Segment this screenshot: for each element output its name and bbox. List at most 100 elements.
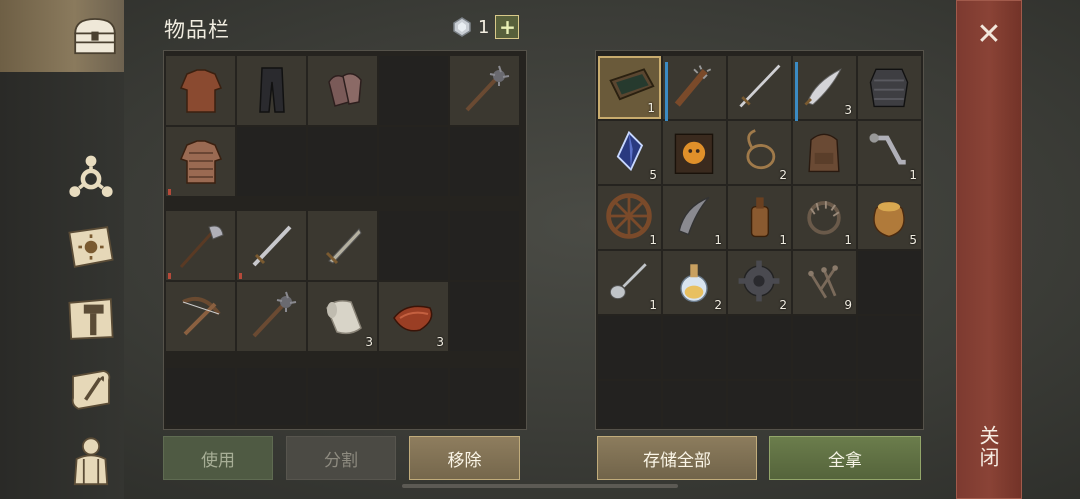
currency-display: 1 + [452, 15, 520, 39]
storage-slot[interactable] [793, 381, 856, 427]
inventory-slot[interactable]: 1 [598, 56, 661, 119]
close-label[interactable]: 关闭 [975, 425, 1003, 469]
inventory-slot[interactable]: 2 [728, 121, 791, 184]
sidebar-item-recipes[interactable] [62, 360, 120, 418]
grain-sack-icon [873, 201, 905, 238]
item-quantity: 1 [909, 168, 917, 182]
inventory-slot[interactable]: 2 [728, 251, 791, 314]
inventory-slot[interactable] [663, 121, 726, 184]
inventory-slot[interactable] [379, 56, 448, 125]
item-quantity: 1 [649, 233, 657, 247]
storage-slot[interactable] [663, 381, 726, 427]
sidebar-item-journal[interactable] [62, 218, 120, 276]
cloth-roll-icon [326, 300, 362, 335]
inventory-slot[interactable]: 1 [663, 186, 726, 249]
item-quantity: 3 [365, 335, 373, 349]
spiked-mace-icon [252, 291, 297, 338]
inventory-slot[interactable]: 3 [793, 56, 856, 124]
durability-bar [168, 273, 171, 279]
inventory-slot[interactable] [379, 211, 448, 280]
inventory-title: 物品栏 [164, 18, 230, 42]
add-currency-button[interactable]: + [495, 15, 520, 39]
inventory-slot[interactable] [450, 368, 519, 425]
bow-part-icon [678, 196, 710, 236]
inventory-slot[interactable]: 1 [598, 186, 661, 249]
inventory-slot[interactable] [858, 251, 921, 314]
inventory-slot[interactable] [237, 211, 306, 280]
inventory-slot[interactable] [308, 368, 377, 425]
inventory-slot[interactable] [308, 127, 377, 196]
inventory-slot[interactable] [450, 282, 519, 351]
inventory-slot[interactable]: 1 [598, 251, 661, 314]
scroll-indicator[interactable] [402, 484, 678, 488]
inventory-slot[interactable]: 5 [598, 121, 661, 184]
inventory-slot[interactable] [237, 56, 306, 125]
storage-slot[interactable] [858, 381, 921, 427]
inventory-slot[interactable] [166, 368, 235, 425]
item-quantity: 1 [647, 101, 655, 115]
inventory-slot[interactable]: 1 [793, 186, 856, 249]
chainmail-icon [179, 140, 223, 184]
inventory-slot[interactable] [308, 211, 377, 280]
store-all-button[interactable]: 存储全部 [597, 436, 757, 480]
item-quantity: 1 [844, 233, 852, 247]
item-quantity: 5 [909, 233, 917, 247]
storage-slot[interactable] [728, 316, 791, 379]
sidebar-item-crafting[interactable] [62, 290, 120, 348]
item-quantity: 2 [779, 298, 787, 312]
inventory-slot[interactable] [379, 368, 448, 425]
inventory-slot[interactable] [858, 56, 921, 119]
item-quantity: 5 [649, 168, 657, 182]
inventory-slot[interactable] [237, 127, 306, 196]
inventory-slot[interactable] [793, 121, 856, 184]
inventory-slot[interactable] [379, 127, 448, 196]
storage-slot[interactable] [598, 316, 661, 379]
inventory-slot[interactable]: 1 [858, 121, 921, 184]
bear-trap-icon [807, 201, 841, 235]
inventory-slot[interactable] [450, 211, 519, 280]
inventory-slot[interactable] [166, 282, 235, 351]
inventory-slot[interactable] [450, 56, 519, 125]
inventory-slot[interactable] [166, 211, 235, 280]
gem-icon [453, 17, 471, 37]
inventory-slot[interactable] [166, 127, 235, 196]
take-all-button[interactable]: 全拿 [769, 436, 921, 480]
inventory-slot[interactable]: 3 [379, 282, 448, 351]
inventory-slot[interactable] [450, 127, 519, 196]
inventory-slot[interactable] [237, 282, 306, 351]
durability-bar [168, 189, 171, 195]
leather-armor-icon [179, 69, 223, 113]
item-quantity: 2 [714, 298, 722, 312]
remove-button[interactable]: 移除 [409, 436, 520, 480]
character-icon [73, 437, 109, 486]
inventory-slot[interactable]: 5 [858, 186, 921, 249]
inventory-slot[interactable] [308, 56, 377, 125]
item-quantity: 3 [844, 103, 852, 117]
inventory-slot[interactable] [237, 368, 306, 425]
inventory-slot[interactable]: 9 [793, 251, 856, 314]
inventory-slot[interactable] [166, 56, 235, 125]
inventory-slot[interactable] [663, 56, 726, 124]
close-icon[interactable]: ✕ [974, 20, 1004, 50]
item-quantity: 1 [779, 233, 787, 247]
storage-slot[interactable] [663, 316, 726, 379]
inventory-slot[interactable]: 3 [308, 282, 377, 351]
storage-slot[interactable] [858, 316, 921, 379]
currency-value: 1 [478, 16, 490, 38]
split-button[interactable]: 分割 [286, 436, 396, 480]
use-button[interactable]: 使用 [163, 436, 273, 480]
scroll-quill-icon [71, 370, 111, 410]
inventory-slot[interactable]: 1 [728, 186, 791, 249]
inventory-slot[interactable]: 2 [663, 251, 726, 314]
storage-slot[interactable] [793, 316, 856, 379]
gloves-icon [328, 73, 362, 107]
sidebar-item-character[interactable] [62, 430, 120, 488]
storage-slot[interactable] [728, 381, 791, 427]
spiked-club-icon [674, 65, 712, 107]
leather-pants-icon [259, 67, 285, 113]
storage-slot[interactable] [598, 381, 661, 427]
item-quantity: 1 [649, 298, 657, 312]
inventory-slot[interactable] [728, 56, 791, 119]
sidebar-tab-inventory[interactable] [0, 0, 124, 72]
sidebar-item-skills[interactable] [62, 150, 120, 208]
